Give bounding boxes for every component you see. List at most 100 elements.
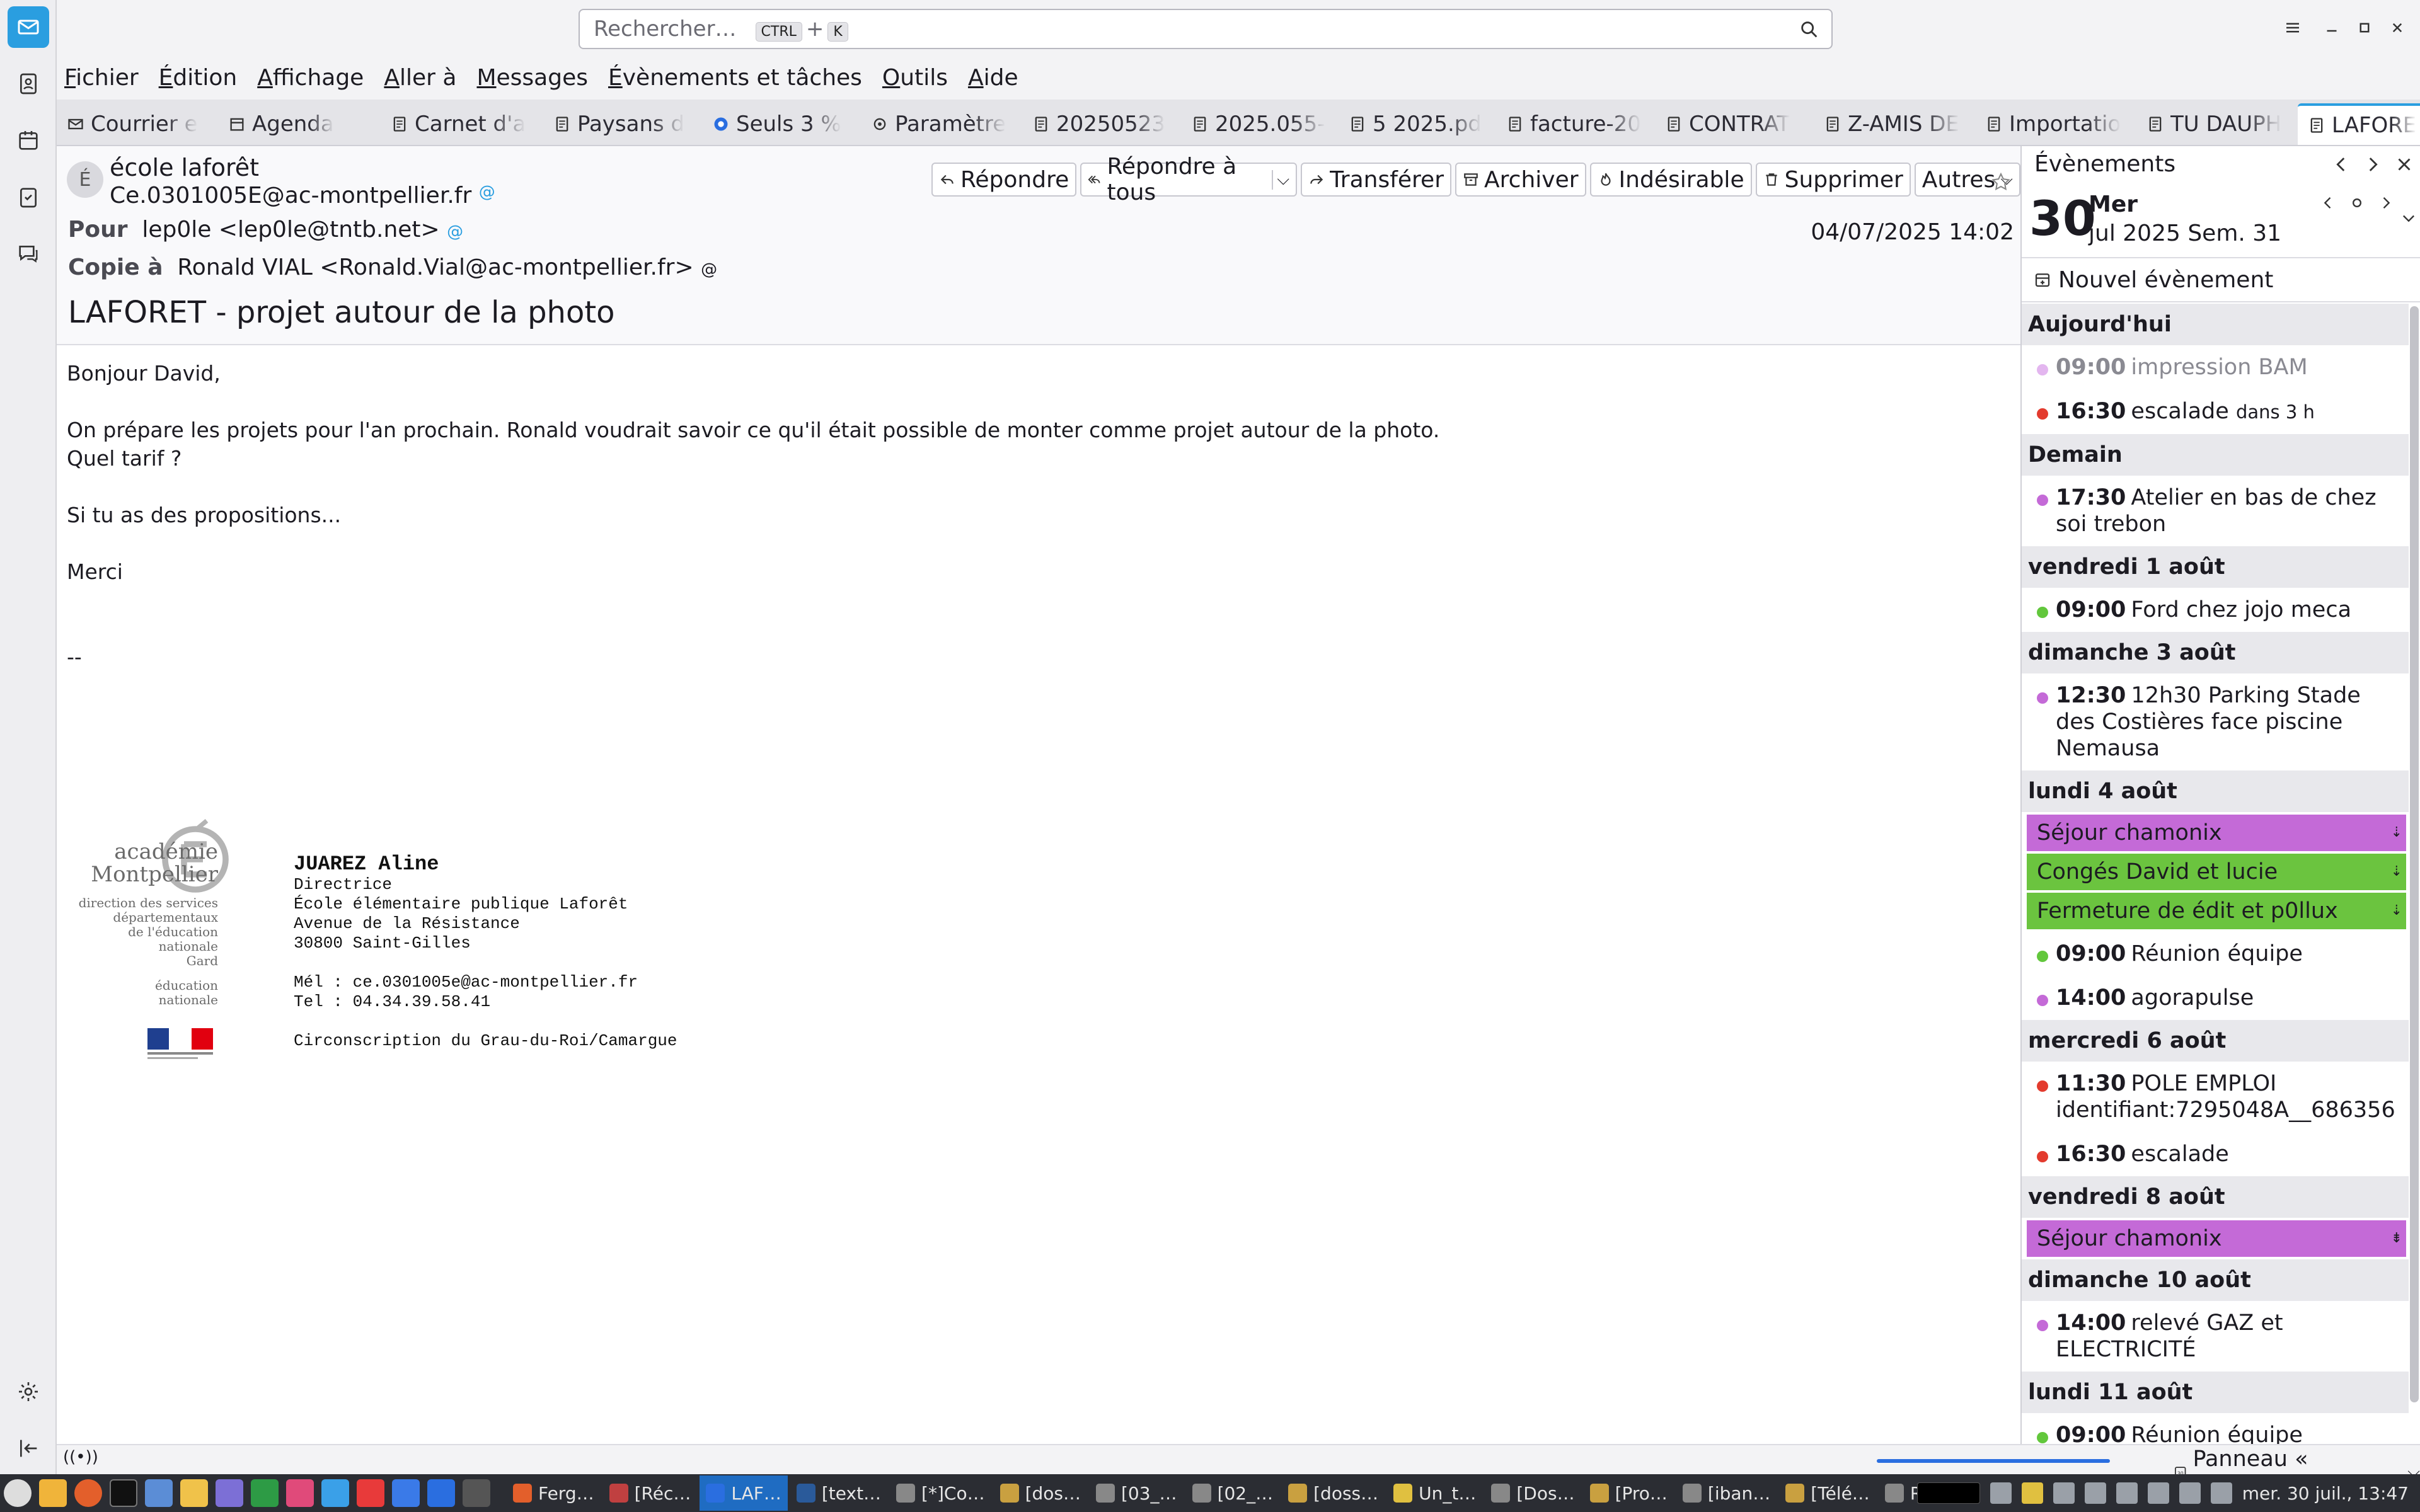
sender-name[interactable]: école laforêt <box>110 154 259 181</box>
menu-affichage[interactable]: Affichage <box>257 65 364 91</box>
agenda-event[interactable]: 16:30 escalade dans 3 h <box>2022 389 2409 434</box>
tab-6[interactable]: Paramètre <box>861 103 1022 145</box>
mini-next-icon[interactable] <box>2377 194 2395 212</box>
calendar-space-button[interactable] <box>8 120 49 161</box>
minimize-button[interactable] <box>2318 14 2346 42</box>
tab-7[interactable]: 20250523 <box>1022 103 1181 145</box>
settings-space-button[interactable] <box>8 1371 49 1412</box>
close-panel-icon[interactable] <box>2394 154 2415 175</box>
mail-space-button[interactable] <box>8 6 49 48</box>
online-status-icon[interactable]: ((•)) <box>63 1448 98 1467</box>
taskbar-task[interactable]: [iban… <box>1676 1475 1777 1511</box>
maximize-button[interactable] <box>2351 14 2378 42</box>
tab-8[interactable]: 2025.055- <box>1181 103 1339 145</box>
agenda-event[interactable]: 14:00 relevé GAZ et ELECTRICITÉ <box>2022 1301 2409 1372</box>
color-picker-icon[interactable] <box>286 1479 314 1507</box>
folder-icon[interactable] <box>180 1479 208 1507</box>
volume-icon[interactable] <box>2210 1482 2232 1504</box>
allday-event[interactable]: Séjour chamonix ⇣ <box>2027 815 2406 851</box>
allday-event[interactable]: Fermeture de édit et p0llux ⇣ <box>2027 893 2406 929</box>
menu-aller-a[interactable]: Aller à <box>384 65 456 91</box>
agenda-event[interactable]: 09:00 Réunion équipe <box>2022 1413 2409 1444</box>
archive-button[interactable]: Archiver <box>1455 163 1586 197</box>
taskbar-task[interactable]: Ferg… <box>507 1475 601 1511</box>
taskbar-task[interactable]: [doss… <box>1282 1475 1385 1511</box>
taskbar-task[interactable]: LAF… <box>700 1475 788 1511</box>
address-book-space-button[interactable] <box>8 63 49 105</box>
app-launcher-icon[interactable] <box>4 1479 32 1507</box>
allday-event[interactable]: Séjour chamonix ⇟ <box>2027 1220 2406 1257</box>
taskbar-task[interactable]: [Dos… <box>1485 1475 1581 1511</box>
apps-grid-icon[interactable] <box>145 1479 173 1507</box>
screenshot-icon[interactable] <box>216 1479 243 1507</box>
wifi-icon[interactable] <box>2147 1482 2169 1504</box>
new-event-button[interactable]: Nouvel évènement <box>2022 257 2420 302</box>
cc-contact-icon[interactable]: @ <box>701 260 717 279</box>
system-clock[interactable]: mer. 30 juil., 13:47 <box>2242 1483 2409 1504</box>
reply-button[interactable]: Répondre <box>931 163 1077 197</box>
mini-prev-icon[interactable] <box>2319 194 2337 212</box>
taskbar-task[interactable]: [*]Co… <box>890 1475 991 1511</box>
taskbar-task[interactable]: [Réc… <box>603 1475 698 1511</box>
taskbar-task[interactable]: Un_t… <box>1387 1475 1482 1511</box>
taskbar-task[interactable]: [Télé… <box>1779 1475 1876 1511</box>
contact-icon[interactable]: @ <box>479 183 495 202</box>
sender-address[interactable]: Ce.0301005E@ac-montpellier.fr @ <box>110 183 495 209</box>
star-icon[interactable] <box>1990 171 2012 193</box>
forward-button[interactable]: Transférer <box>1301 163 1452 197</box>
tab-12[interactable]: Z-AMIS DE <box>1814 103 1975 145</box>
cc-recipient[interactable]: Ronald VIAL <Ronald.Vial@ac-montpellier.… <box>177 255 693 280</box>
taskbar-task[interactable]: [03_… <box>1090 1475 1184 1511</box>
settings-app-icon[interactable] <box>392 1479 420 1507</box>
search-input[interactable]: Rechercher… CTRL + K <box>579 9 1833 49</box>
taskbar-task[interactable]: [02_… <box>1186 1475 1280 1511</box>
chat-space-button[interactable] <box>8 233 49 275</box>
more-apps-icon[interactable] <box>463 1479 490 1507</box>
reply-all-dropdown-chevron-icon[interactable]: ⌵ <box>1272 169 1289 190</box>
menu-fichier[interactable]: Fichier <box>64 65 139 91</box>
agenda-event[interactable]: 16:30 escalade <box>2022 1132 2409 1176</box>
firefox-icon[interactable] <box>74 1479 102 1507</box>
spreadsheet-icon[interactable] <box>251 1479 279 1507</box>
expand-chevron-down-icon[interactable] <box>2400 209 2417 227</box>
menu-aide[interactable]: Aide <box>968 65 1018 91</box>
file-manager-icon[interactable] <box>39 1479 67 1507</box>
search-icon[interactable] <box>1799 19 1820 40</box>
agenda-event[interactable]: 09:00 impression BAM <box>2022 345 2409 389</box>
tab-15[interactable]: LAFORE <box>2298 103 2420 145</box>
clipboard-icon[interactable] <box>2053 1482 2075 1504</box>
menu-edition[interactable]: Édition <box>159 65 238 91</box>
menu-outils[interactable]: Outils <box>882 65 948 91</box>
junk-button[interactable]: Indésirable <box>1589 163 1752 197</box>
tab-3[interactable]: Carnet d'a <box>381 103 543 145</box>
taskbar-task[interactable]: [text… <box>790 1475 887 1511</box>
agenda-scrollbar[interactable] <box>2410 306 2419 1402</box>
cloud-icon[interactable] <box>321 1479 349 1507</box>
notes-icon[interactable] <box>2021 1482 2043 1504</box>
agenda-event[interactable]: 17:30 Atelier en bas de chez soi trebon <box>2022 476 2409 546</box>
tasks-space-button[interactable] <box>8 176 49 218</box>
tab-14[interactable]: TU DAUPH <box>2136 103 2298 145</box>
battery-icon[interactable] <box>2084 1482 2106 1504</box>
agenda-event[interactable]: 09:00 Ford chez jojo meca <box>2022 588 2409 632</box>
tab-9[interactable]: 5 2025.pd <box>1339 103 1496 145</box>
mini-today-icon[interactable] <box>2348 194 2366 212</box>
next-day-icon[interactable] <box>2362 154 2383 175</box>
tab-1[interactable]: Courrier e <box>57 103 218 145</box>
taskbar-task[interactable]: [Pro… <box>1584 1475 1674 1511</box>
tab-10[interactable]: facture-20 <box>1496 103 1655 145</box>
network-icon[interactable] <box>2116 1482 2138 1504</box>
agenda-event[interactable]: 14:00 agorapulse <box>2022 976 2409 1020</box>
tab-11[interactable]: CONTRAT <box>1655 103 1814 145</box>
menu-messages[interactable]: Messages <box>476 65 588 91</box>
agenda-event[interactable]: 11:30 POLE EMPLOI identifiant:7295048A__6… <box>2022 1062 2409 1132</box>
tab-13[interactable]: Importatio <box>1975 103 2136 145</box>
collapse-spaces-button[interactable] <box>8 1428 49 1469</box>
terminal-icon[interactable] <box>110 1479 137 1507</box>
mail-app-icon[interactable] <box>427 1479 455 1507</box>
agenda-event[interactable]: 12:30 12h30 Parking Stade des Costières f… <box>2022 673 2409 770</box>
bluetooth-icon[interactable] <box>1990 1482 2012 1504</box>
menu-evenements[interactable]: Évènements et tâches <box>608 65 862 91</box>
app-menu-button[interactable] <box>2279 14 2307 42</box>
delete-button[interactable]: Supprimer <box>1755 163 1911 197</box>
